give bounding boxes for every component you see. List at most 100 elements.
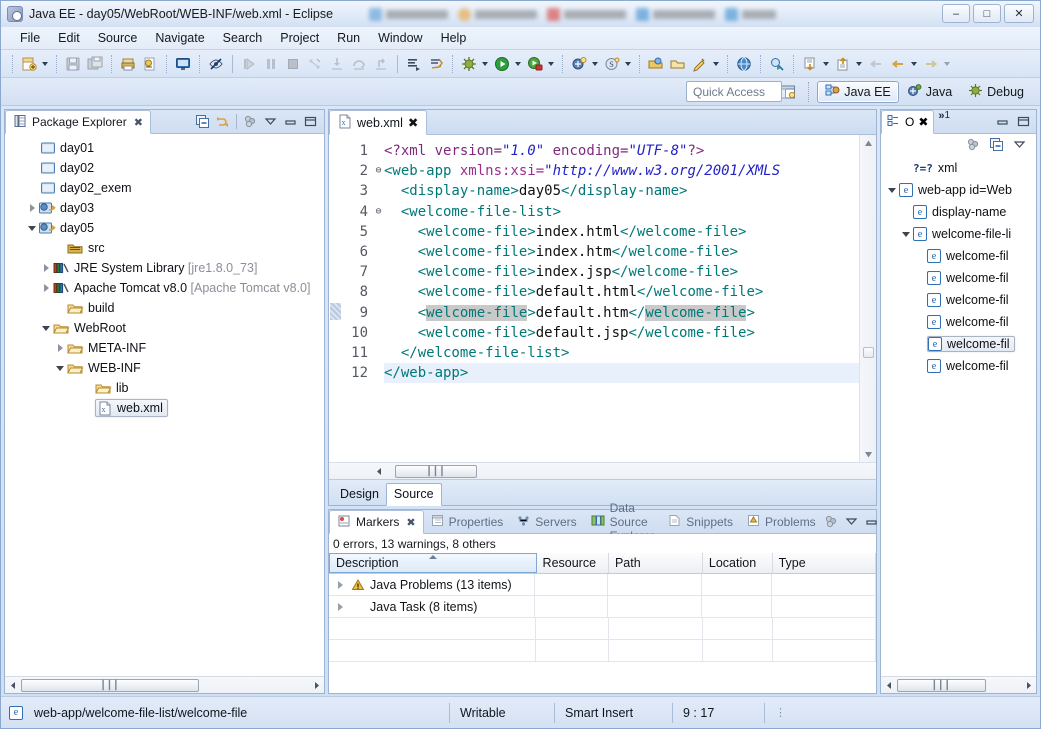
back-dropdown-caret[interactable] xyxy=(909,54,918,74)
markers-column-path[interactable]: Path xyxy=(609,553,703,573)
outline-item-9[interactable]: ewelcome-fil xyxy=(881,355,1036,377)
new-icon[interactable] xyxy=(19,54,39,74)
previous-edit-dropdown-caret[interactable] xyxy=(821,54,830,74)
debug-dropdown-caret[interactable] xyxy=(480,54,489,74)
minimize-button[interactable]: – xyxy=(942,4,970,23)
tab-snippets[interactable]: Snippets xyxy=(661,510,740,533)
tab-design[interactable]: Design xyxy=(333,484,386,505)
tree-item-meta-inf[interactable]: META-INF xyxy=(5,338,324,358)
code-line[interactable]: <welcome-file>default.htm</welcome-file> xyxy=(384,303,859,323)
run-icon[interactable] xyxy=(492,54,512,74)
markers-table-body[interactable]: Java Problems (13 items)Java Task (8 ite… xyxy=(329,574,876,662)
link-with-editor-icon[interactable] xyxy=(214,113,231,130)
markers-column-resource[interactable]: Resource xyxy=(537,553,609,573)
next-annotation-icon[interactable] xyxy=(404,54,424,74)
chevron-down-icon[interactable] xyxy=(25,218,39,238)
editor-hscrollbar[interactable]: ┃┃┃ xyxy=(329,462,876,479)
tab-package-explorer[interactable]: Package Explorer ✖ xyxy=(5,110,151,134)
view-menu-icon[interactable] xyxy=(843,513,860,530)
minimize-icon[interactable] xyxy=(863,513,880,530)
tree-item-day01[interactable]: day01 xyxy=(5,138,324,158)
chevron-down-icon[interactable] xyxy=(899,224,913,244)
print-icon[interactable] xyxy=(118,54,138,74)
annotation-gutter[interactable] xyxy=(329,135,342,462)
tree-item-day05[interactable]: day05 xyxy=(5,218,324,238)
menu-search[interactable]: Search xyxy=(214,29,272,47)
chevron-right-icon[interactable] xyxy=(329,581,351,589)
code-line[interactable]: <welcome-file>default.html</welcome-file… xyxy=(384,282,859,302)
tree-item-webroot[interactable]: WebRoot xyxy=(5,318,324,338)
quick-fix-icon[interactable] xyxy=(690,54,710,74)
menu-project[interactable]: Project xyxy=(271,29,328,47)
perspective-debug[interactable]: Debug xyxy=(960,81,1032,103)
scroll-left-icon[interactable] xyxy=(371,464,387,479)
tree-item-apache-tomcat-v8-0[interactable]: Apache Tomcat v8.0 [Apache Tomcat v8.0] xyxy=(5,278,324,298)
menu-edit[interactable]: Edit xyxy=(49,29,89,47)
code-line[interactable]: </web-app> xyxy=(384,363,859,383)
outline-item-6[interactable]: ewelcome-fil xyxy=(881,289,1036,311)
run-on-server-icon[interactable] xyxy=(525,54,545,74)
view-menu-extra-icon[interactable] xyxy=(242,113,259,130)
tab-markers[interactable]: Markers ✖ xyxy=(329,510,424,534)
minimize-icon[interactable] xyxy=(282,113,299,130)
close-icon[interactable]: ✖ xyxy=(406,516,415,529)
outline-hscroll-thumb[interactable]: ┃┃┃ xyxy=(897,679,986,692)
maximize-button[interactable]: □ xyxy=(973,4,1001,23)
menu-navigate[interactable]: Navigate xyxy=(146,29,213,47)
folding-ruler[interactable]: ⊖⊖ xyxy=(373,135,384,462)
tab-source[interactable]: Source xyxy=(386,483,442,506)
fold-toggle-icon[interactable]: ⊖ xyxy=(373,202,384,222)
hscroll-thumb[interactable]: ┃┃┃ xyxy=(21,679,199,692)
tree-item-day03[interactable]: day03 xyxy=(5,198,324,218)
chevron-right-icon[interactable] xyxy=(39,278,53,298)
chevron-down-icon[interactable] xyxy=(39,318,53,338)
tree-item-day02[interactable]: day02 xyxy=(5,158,324,178)
tree-item-build[interactable]: build xyxy=(5,298,324,318)
open-resource-icon[interactable] xyxy=(668,54,688,74)
code-line[interactable]: <welcome-file>index.html</welcome-file> xyxy=(384,222,859,242)
markers-column-description[interactable]: Description xyxy=(329,553,537,573)
menu-window[interactable]: Window xyxy=(369,29,431,47)
collapse-all-icon[interactable] xyxy=(194,113,211,130)
collapse-all-icon[interactable] xyxy=(988,136,1005,153)
tree-item-lib[interactable]: lib xyxy=(5,378,324,398)
outline-item-3[interactable]: ewelcome-file-li xyxy=(881,223,1036,245)
console-icon[interactable] xyxy=(173,54,193,74)
chevron-right-icon[interactable] xyxy=(25,198,39,218)
menu-file[interactable]: File xyxy=(11,29,49,47)
chevron-down-icon[interactable] xyxy=(53,358,67,378)
open-type-icon[interactable] xyxy=(646,54,666,74)
chevron-right-icon[interactable] xyxy=(329,603,351,611)
code-line[interactable]: </welcome-file-list> xyxy=(384,343,859,363)
hide-icon[interactable] xyxy=(206,54,226,74)
code-line[interactable]: <display-name>day05</display-name> xyxy=(384,181,859,201)
package-explorer-hscrollbar[interactable]: ┃┃┃ xyxy=(5,676,324,693)
tree-item-src[interactable]: src xyxy=(5,238,324,258)
markers-table-header[interactable]: DescriptionResourcePathLocationType xyxy=(329,553,876,574)
minimize-icon[interactable] xyxy=(994,113,1011,130)
perspective-java[interactable]: Java xyxy=(899,81,960,103)
tab-outline[interactable]: O ✖ xyxy=(881,110,934,134)
menu-source[interactable]: Source xyxy=(89,29,147,47)
quick-access-input[interactable]: Quick Access xyxy=(686,81,782,102)
scroll-left-icon[interactable] xyxy=(881,678,897,693)
maximize-icon[interactable] xyxy=(302,113,319,130)
fold-toggle-icon[interactable]: ⊖ xyxy=(373,161,384,181)
tab-overflow-indicator[interactable]: »1 xyxy=(934,110,953,133)
code-line[interactable]: <welcome-file>index.htm</welcome-file> xyxy=(384,242,859,262)
code-line[interactable]: <?xml version="1.0" encoding="UTF-8"?> xyxy=(384,141,859,161)
new-scala-icon[interactable]: S xyxy=(602,54,622,74)
new-java-class-icon[interactable] xyxy=(569,54,589,74)
close-icon[interactable]: ✖ xyxy=(408,115,418,130)
tree-item-web-inf[interactable]: WEB-INF xyxy=(5,358,324,378)
new-scala-dropdown-caret[interactable] xyxy=(623,54,632,74)
tree-item-web-xml[interactable]: xweb.xml xyxy=(5,398,324,418)
source-editor[interactable]: 123456789101112 ⊖⊖ <?xml version="1.0" e… xyxy=(329,135,876,462)
code-text[interactable]: <?xml version="1.0" encoding="UTF-8"?> <w… xyxy=(384,135,859,462)
menu-run[interactable]: Run xyxy=(328,29,369,47)
outline-item-8[interactable]: ewelcome-fil xyxy=(881,333,1036,355)
next-edit-dropdown-caret[interactable] xyxy=(854,54,863,74)
close-button[interactable]: ✕ xyxy=(1004,4,1034,23)
sort-icon[interactable] xyxy=(965,136,982,153)
table-row[interactable]: Java Task (8 items) xyxy=(329,596,876,618)
